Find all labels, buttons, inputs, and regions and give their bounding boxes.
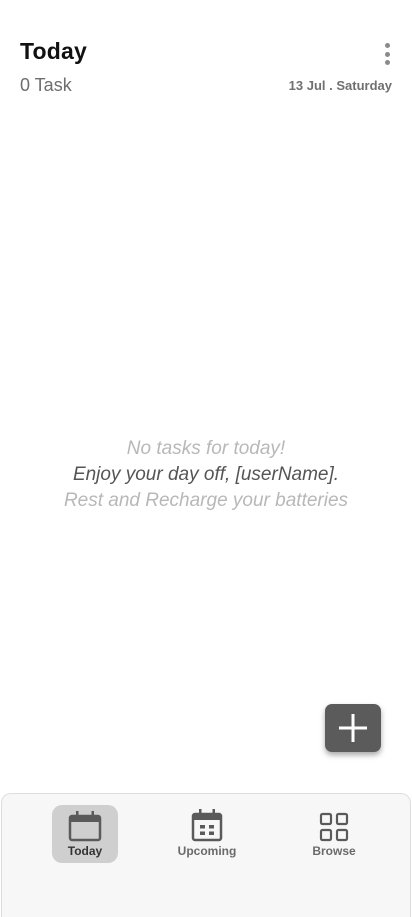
- nav-browse[interactable]: Browse: [304, 812, 364, 858]
- task-count: 0 Task: [20, 75, 72, 95]
- date-label: 13 Jul . Saturday: [288, 78, 392, 93]
- page-title: Today: [20, 38, 88, 64]
- today-screen: Today 0 Task 13 Jul . Saturday No tasks …: [0, 0, 412, 917]
- empty-state-title: No tasks for today!: [126, 438, 286, 459]
- nav-browse-label: Browse: [312, 844, 356, 858]
- empty-state-message: Enjoy your day off, [userName].: [72, 464, 340, 485]
- more-vertical-icon-dot: [384, 51, 390, 57]
- nav-today[interactable]: Today: [52, 805, 118, 863]
- calendar-grid-icon: [191, 809, 223, 842]
- add-task-button[interactable]: [325, 704, 381, 752]
- plus-icon: [339, 714, 367, 742]
- more-options-button[interactable]: [377, 40, 397, 68]
- calendar-icon: [68, 811, 102, 842]
- more-vertical-icon: [384, 43, 390, 48]
- empty-state: No tasks for today! Enjoy your day off, …: [0, 436, 412, 514]
- nav-upcoming-label: Upcoming: [177, 844, 237, 858]
- bottom-navigation: Today Upcoming Browse: [1, 793, 411, 917]
- nav-upcoming[interactable]: Upcoming: [172, 808, 242, 858]
- more-vertical-icon-dot: [384, 60, 390, 65]
- nav-today-label: Today: [67, 844, 103, 858]
- grid-icon: [319, 812, 349, 842]
- empty-state-subtitle: Rest and Recharge your batteries: [63, 490, 349, 511]
